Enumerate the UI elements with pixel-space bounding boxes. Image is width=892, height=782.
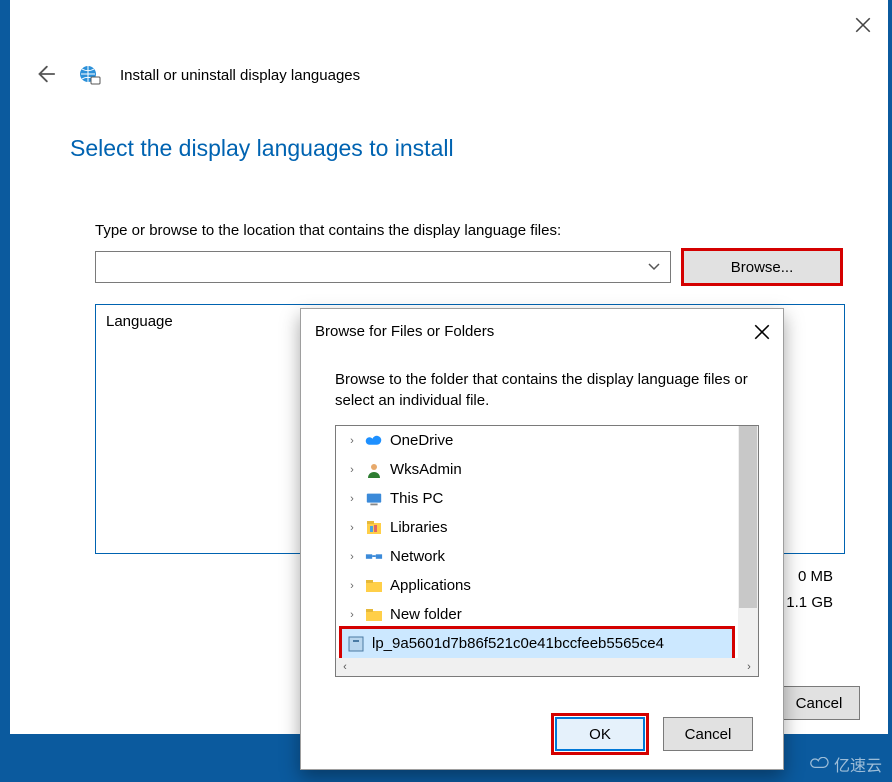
dialog-close-icon[interactable] [753, 323, 771, 341]
page-heading: Select the display languages to install [70, 135, 454, 162]
tree-item-label: Applications [390, 577, 471, 594]
dialog-instruction: Browse to the folder that contains the d… [335, 369, 755, 411]
chevron-right-icon[interactable]: › [346, 435, 358, 447]
tree-item-lp-9a5601d7b86f521c0e41bccfeeb5565ce4[interactable]: lp_9a5601d7b86f521c0e41bccfeeb5565ce4 [342, 629, 732, 658]
size-required: 0 MB [786, 564, 833, 590]
chevron-right-icon[interactable]: › [346, 551, 358, 563]
tree-item-label: WksAdmin [390, 461, 462, 478]
cloud-icon [364, 432, 384, 450]
cab-icon [346, 635, 366, 653]
tree-item-label: OneDrive [390, 432, 453, 449]
size-available: 1.1 GB [786, 590, 833, 616]
tree-item-wksadmin[interactable]: › WksAdmin [336, 455, 738, 484]
size-summary: 0 MB 1.1 GB [786, 564, 833, 615]
wizard-header: Install or uninstall display languages [34, 62, 360, 88]
user-icon [364, 461, 384, 479]
wizard-title: Install or uninstall display languages [120, 67, 360, 84]
lib-icon [364, 519, 384, 537]
tree-item-applications[interactable]: › Applications [336, 571, 738, 600]
pc-icon [364, 490, 384, 508]
tree-item-onedrive[interactable]: › OneDrive [336, 426, 738, 455]
browse-dialog: Browse for Files or Folders Browse to th… [300, 308, 784, 770]
path-instruction: Type or browse to the location that cont… [95, 222, 561, 239]
tree-item-label: Libraries [390, 519, 448, 536]
tree-item-new-folder[interactable]: › New folder [336, 600, 738, 629]
tree-item-label: This PC [390, 490, 443, 507]
tree-item-this-pc[interactable]: › This PC [336, 484, 738, 513]
path-input[interactable] [95, 251, 671, 283]
close-icon[interactable] [854, 16, 874, 36]
chevron-right-icon[interactable]: › [346, 522, 358, 534]
browse-button[interactable]: Browse... [683, 250, 841, 284]
dialog-cancel-button[interactable]: Cancel [663, 717, 753, 751]
watermark: 亿速云 [810, 752, 882, 776]
globe-icon [76, 62, 102, 88]
tree-vertical-scrollbar[interactable] [738, 426, 758, 658]
back-arrow-icon[interactable] [34, 63, 58, 87]
tree-horizontal-scrollbar[interactable]: ‹ › [336, 658, 758, 676]
chevron-right-icon[interactable]: › [346, 493, 358, 505]
chevron-right-icon[interactable]: › [346, 580, 358, 592]
watermark-text: 亿速云 [834, 752, 882, 776]
tree-item-libraries[interactable]: › Libraries [336, 513, 738, 542]
net-icon [364, 548, 384, 566]
scroll-right-icon[interactable]: › [740, 658, 758, 676]
chevron-right-icon[interactable]: › [346, 464, 358, 476]
tree-item-network[interactable]: › Network [336, 542, 738, 571]
folder-tree[interactable]: › OneDrive › WksAdmin › This PC › Libraries › Net… [335, 425, 759, 677]
chevron-right-icon[interactable]: › [346, 609, 358, 621]
folder-icon [364, 577, 384, 595]
folder-icon [364, 606, 384, 624]
tree-item-label: Network [390, 548, 445, 565]
wizard-cancel-button[interactable]: Cancel [778, 686, 860, 720]
dialog-title: Browse for Files or Folders [315, 323, 494, 340]
path-row: Browse... [95, 250, 841, 284]
dialog-ok-button[interactable]: OK [555, 717, 645, 751]
tree-item-label: New folder [390, 606, 462, 623]
tree-item-label: lp_9a5601d7b86f521c0e41bccfeeb5565ce4 [372, 635, 664, 652]
scroll-left-icon[interactable]: ‹ [336, 658, 354, 676]
